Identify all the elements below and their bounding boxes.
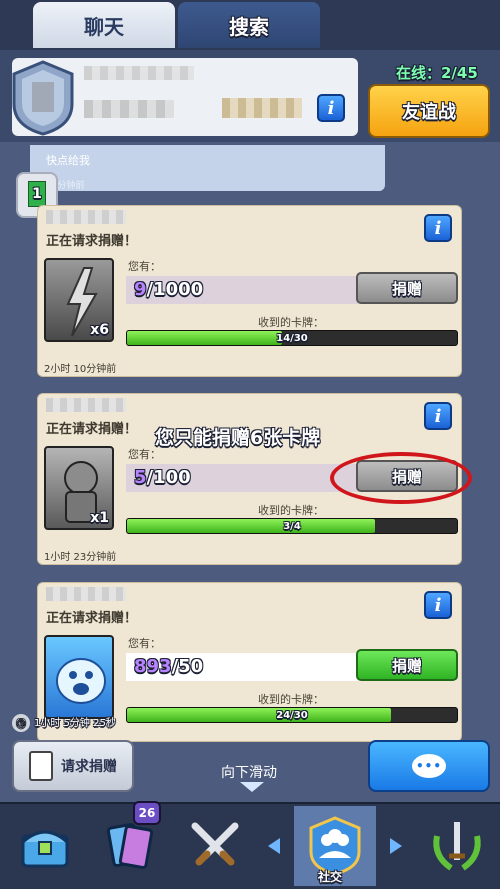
received-progress-bar: 24/30 — [126, 707, 458, 723]
received-progress-bar: 3/4 — [126, 518, 458, 534]
scroll-down-label: 向下滑动 — [221, 765, 277, 781]
laurel-sword-icon — [433, 822, 481, 871]
crossed-swords-icon — [191, 822, 239, 866]
ice-spirit-icon — [56, 658, 106, 704]
received-progress-bar: 14/30 — [126, 330, 458, 346]
donate-button[interactable]: 捐赠 — [356, 272, 458, 304]
card-info-button[interactable]: i — [424, 214, 452, 242]
donate-button[interactable]: 捐赠 — [356, 649, 458, 681]
you-have-label: 您有： — [128, 260, 161, 273]
received-progress-text: 24/30 — [276, 709, 308, 721]
clan-badge-icon — [12, 60, 74, 136]
owned-count: 893 — [134, 656, 172, 677]
upgrade-requirement: /1000 — [146, 279, 204, 300]
chat-button[interactable]: ••• — [368, 740, 490, 792]
chat-message-text: 快点给我 — [46, 154, 90, 167]
card-icon — [29, 751, 53, 781]
player-level: 1 — [28, 181, 46, 207]
card-count: x1 — [90, 510, 109, 526]
friendly-battle-button[interactable]: 友谊战 — [368, 84, 490, 138]
received-cards-label: 收到的卡牌： — [258, 693, 324, 706]
ice-spirit-card-icon[interactable] — [44, 635, 114, 719]
requester-name-blurred — [46, 210, 126, 224]
request-title: 正在请求捐赠！ — [46, 234, 138, 249]
nav-social-label: 社交 — [318, 870, 343, 884]
upgrade-requirement: /100 — [146, 467, 191, 488]
cards-icon — [106, 823, 154, 869]
nav-battle[interactable] — [174, 806, 256, 886]
received-progress-text: 3/4 — [283, 520, 301, 532]
you-have-value: 5/100 — [134, 467, 191, 488]
donation-request-card: 正在请求捐赠！ i x6 您有： 9/1000 捐赠 收到的卡牌： 14/30 … — [37, 205, 462, 377]
request-title: 正在请求捐赠！ — [46, 422, 138, 437]
request-title: 正在请求捐赠！ — [46, 611, 138, 626]
received-progress-text: 14/30 — [276, 332, 308, 344]
tab-search[interactable]: 搜索 — [178, 2, 320, 48]
request-time: 2小时 10分钟前 — [44, 364, 117, 375]
social-icon — [309, 816, 361, 876]
clan-info-button[interactable]: i — [317, 94, 345, 122]
you-have-label: 您有： — [128, 637, 161, 650]
speech-bubble-icon: ••• — [412, 754, 446, 778]
request-timer: ◷ 1小时 5分钟 25秒 — [12, 714, 116, 732]
you-have-value: 9/1000 — [134, 279, 203, 300]
tab-chat[interactable]: 聊天 — [33, 2, 175, 48]
top-tab-bar: 聊天 搜索 — [0, 0, 500, 50]
nav-shop[interactable] — [4, 806, 86, 886]
you-have-value: 893/50 — [134, 656, 203, 677]
nav-right-arrow-icon[interactable] — [390, 838, 402, 854]
request-time: 1小时 23分钟前 — [44, 552, 117, 563]
nav-left-arrow-icon[interactable] — [268, 838, 280, 854]
card-info-button[interactable]: i — [424, 402, 452, 430]
owned-count: 9 — [134, 279, 147, 300]
clan-name-blurred — [84, 66, 194, 80]
online-count: 在线：2/45 — [396, 64, 478, 82]
requester-name-blurred — [46, 398, 126, 412]
clan-trophies-blurred — [222, 98, 302, 118]
clock-icon: ◷ — [12, 714, 30, 732]
deck-notification-badge: 26 — [133, 801, 161, 825]
received-cards-label: 收到的卡牌： — [258, 504, 324, 517]
annotation-text: 您只能捐赠6张卡牌 — [155, 427, 321, 449]
upgrade-requirement: /50 — [171, 656, 204, 677]
nav-tournament[interactable] — [416, 806, 498, 886]
card-info-button[interactable]: i — [424, 591, 452, 619]
requester-name-blurred — [46, 587, 126, 601]
scroll-down-arrow-icon[interactable] — [240, 782, 264, 792]
received-cards-label: 收到的卡牌： — [258, 316, 324, 329]
request-donation-label: 请求捐赠 — [61, 759, 117, 775]
lightning-card-icon[interactable]: x6 — [44, 258, 114, 342]
clan-tag-blurred — [84, 100, 174, 118]
pekka-card-icon[interactable]: x1 — [44, 446, 114, 530]
request-donation-button[interactable]: 请求捐赠 — [12, 740, 134, 792]
owned-count: 5 — [134, 467, 147, 488]
chest-icon — [21, 830, 69, 868]
annotation-circle — [330, 452, 472, 504]
card-count: x6 — [90, 322, 109, 338]
request-timer-text: 1小时 5分钟 25秒 — [34, 718, 116, 729]
